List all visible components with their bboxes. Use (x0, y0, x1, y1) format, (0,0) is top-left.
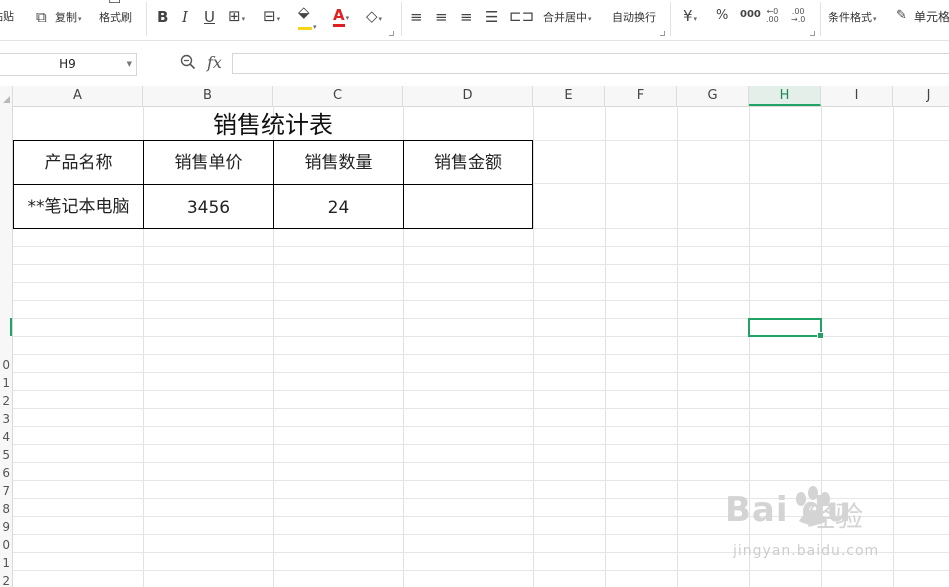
row-header[interactable]: 2 (0, 575, 10, 587)
fill-color-icon[interactable]: ⬙ ▾ (298, 5, 317, 35)
row-header[interactable]: 8 (0, 503, 10, 515)
toolbar-separator (401, 2, 402, 36)
row-header[interactable]: 7 (0, 485, 10, 497)
header-cell-quantity[interactable]: 销售数量 (273, 140, 404, 185)
grid-line (605, 106, 606, 587)
grid-line (13, 282, 949, 283)
toolbar-separator (820, 2, 821, 36)
cell-quantity[interactable]: 24 (273, 184, 404, 229)
row-header[interactable]: 9 (0, 521, 10, 533)
format-painter-icon[interactable]: ▭ (108, 0, 121, 8)
copy-button[interactable]: 复制▾ (55, 11, 82, 26)
watermark-jingyan: 经验 (807, 500, 864, 533)
active-cell-selection[interactable] (748, 318, 824, 339)
grid-line (533, 106, 534, 587)
fill-handle[interactable] (817, 332, 824, 339)
cell-amount[interactable] (403, 184, 533, 229)
column-header-c[interactable]: C (273, 86, 403, 106)
thousands-separator-button[interactable]: 000 (740, 8, 761, 22)
cell-unit-price[interactable]: 3456 (143, 184, 274, 229)
grid-line (677, 106, 678, 587)
grid-line (13, 264, 949, 265)
fill-pattern-icon[interactable]: ⊟▾ (263, 8, 280, 27)
row-header[interactable]: 3 (0, 413, 10, 425)
header-cell-product-name[interactable]: 产品名称 (13, 140, 144, 185)
column-header-b[interactable]: B (143, 86, 273, 106)
column-header-e[interactable]: E (533, 86, 605, 106)
cell-style-icon[interactable]: ✎ (896, 8, 907, 24)
number-dialog-launcher-icon[interactable] (810, 31, 815, 36)
name-box[interactable]: H9 ▼ (0, 53, 137, 76)
grid-line (13, 408, 949, 409)
grid-line (13, 300, 949, 301)
cell-style-button[interactable]: 单元格 (914, 10, 949, 24)
sheet-title[interactable]: 销售统计表 (13, 106, 533, 141)
column-header-g[interactable]: G (677, 86, 749, 106)
column-header-i[interactable]: I (821, 86, 893, 106)
distributed-align-icon[interactable]: ⊏⊐ (509, 8, 534, 24)
column-header-h[interactable]: H (749, 86, 821, 106)
italic-button[interactable]: I (182, 9, 188, 25)
eraser-icon[interactable]: ◇▾ (366, 8, 382, 27)
row-header-column: 0 1 2 3 4 5 6 7 8 9 0 1 2 (0, 106, 13, 587)
formula-input[interactable] (232, 53, 949, 74)
zoom-icon[interactable] (180, 54, 196, 74)
wrap-text-button[interactable]: 自动换行 (612, 11, 656, 25)
underline-button[interactable]: U (204, 9, 215, 25)
toolbar-separator (146, 2, 147, 36)
grid-line (13, 426, 949, 427)
column-header-a[interactable]: A (13, 86, 143, 106)
percent-button[interactable]: % (716, 8, 728, 24)
paste-button[interactable]: 粘贴 (0, 10, 14, 24)
grid-line (13, 480, 949, 481)
column-header-j[interactable]: J (893, 86, 949, 106)
font-dialog-launcher-icon[interactable] (389, 31, 394, 36)
row-header[interactable]: 1 (0, 557, 10, 569)
align-center-icon[interactable]: ≡ (435, 9, 448, 25)
active-row-marker (10, 318, 12, 336)
watermark-url: jingyan.baidu.com (733, 543, 880, 559)
grid-line (13, 246, 949, 247)
merge-center-button[interactable]: 合并居中▾ (543, 11, 592, 26)
borders-icon[interactable]: ⊞▾ (228, 8, 245, 27)
column-header-f[interactable]: F (605, 86, 677, 106)
grid-line (13, 462, 949, 463)
align-left-icon[interactable]: ≡ (410, 9, 423, 25)
grid-line (13, 354, 949, 355)
row-header[interactable]: 6 (0, 467, 10, 479)
conditional-format-button[interactable]: 条件格式▾ (828, 11, 877, 26)
ribbon-toolbar: 粘贴 ⧉ 复制▾ ▭ 格式刷 B I U ⊞▾ ⊟▾ ⬙▾ A▾ ◇▾ ≡ ≡ … (0, 0, 949, 41)
cell-product-name[interactable]: **笔记本电脑 (13, 184, 144, 229)
row-header[interactable]: 5 (0, 449, 10, 461)
font-color-icon[interactable]: A▾ (333, 6, 349, 27)
column-header-d[interactable]: D (403, 86, 533, 106)
copy-icon[interactable]: ⧉ (36, 9, 47, 25)
grid-line (13, 372, 949, 373)
alignment-dialog-launcher-icon[interactable] (660, 31, 665, 36)
increase-decimal-button[interactable]: ←0.00 (766, 8, 779, 24)
chevron-down-icon[interactable]: ▼ (127, 54, 132, 75)
insert-function-button[interactable]: fx (207, 53, 222, 72)
toolbar-separator (670, 2, 671, 36)
row-header[interactable]: 0 (0, 539, 10, 551)
select-all-button[interactable] (0, 86, 13, 106)
header-cell-amount[interactable]: 销售金额 (403, 140, 533, 185)
currency-button[interactable]: ¥▾ (683, 8, 697, 27)
format-painter-button[interactable]: 格式刷 (99, 11, 132, 25)
grid-line (13, 444, 949, 445)
grid-line (13, 570, 949, 571)
justify-icon[interactable]: ☰ (485, 9, 498, 25)
bold-button[interactable]: B (157, 9, 168, 25)
row-header[interactable]: 4 (0, 431, 10, 443)
row-header[interactable]: 2 (0, 395, 10, 407)
header-cell-unit-price[interactable]: 销售单价 (143, 140, 274, 185)
align-right-icon[interactable]: ≡ (460, 9, 473, 25)
row-header[interactable]: 1 (0, 377, 10, 389)
decrease-decimal-button[interactable]: .00 →.0 (791, 8, 805, 24)
grid-line (13, 390, 949, 391)
row-header[interactable]: 0 (0, 359, 10, 371)
baidu-jingyan-watermark: Bai du 经验 jingyan.baidu.com (725, 485, 945, 570)
formula-bar: H9 ▼ fx (0, 48, 949, 78)
